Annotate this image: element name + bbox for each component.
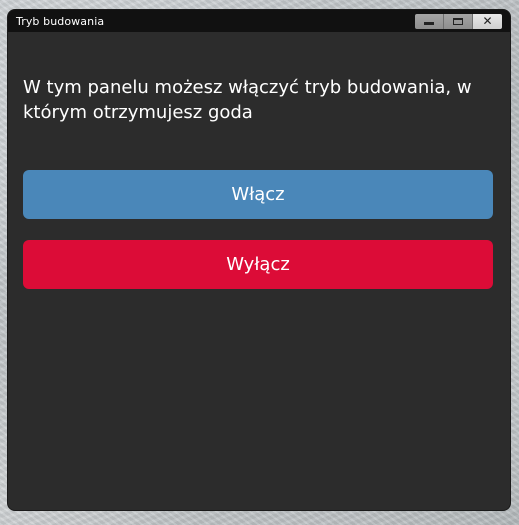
minimize-icon — [424, 22, 434, 25]
minimize-button[interactable] — [415, 13, 444, 29]
panel-description: W tym panelu możesz włączyć tryb budowan… — [23, 77, 472, 123]
maximize-button[interactable] — [444, 13, 473, 29]
disable-build-mode-button[interactable]: Wyłącz — [23, 240, 493, 289]
panel-content: W tym panelu możesz włączyć tryb budowan… — [23, 32, 493, 289]
window-titlebar[interactable]: Tryb budowania ✕ — [8, 10, 510, 32]
window-title: Tryb budowania — [16, 14, 105, 28]
build-mode-window: Tryb budowania ✕ W tym panelu możesz włą… — [8, 10, 510, 510]
enable-button-label: Włącz — [231, 184, 285, 205]
maximize-icon — [453, 17, 463, 25]
close-button[interactable]: ✕ — [473, 13, 502, 29]
close-icon: ✕ — [482, 14, 493, 28]
window-controls: ✕ — [415, 13, 502, 29]
disable-button-label: Wyłącz — [226, 254, 290, 275]
enable-build-mode-button[interactable]: Włącz — [23, 170, 493, 219]
